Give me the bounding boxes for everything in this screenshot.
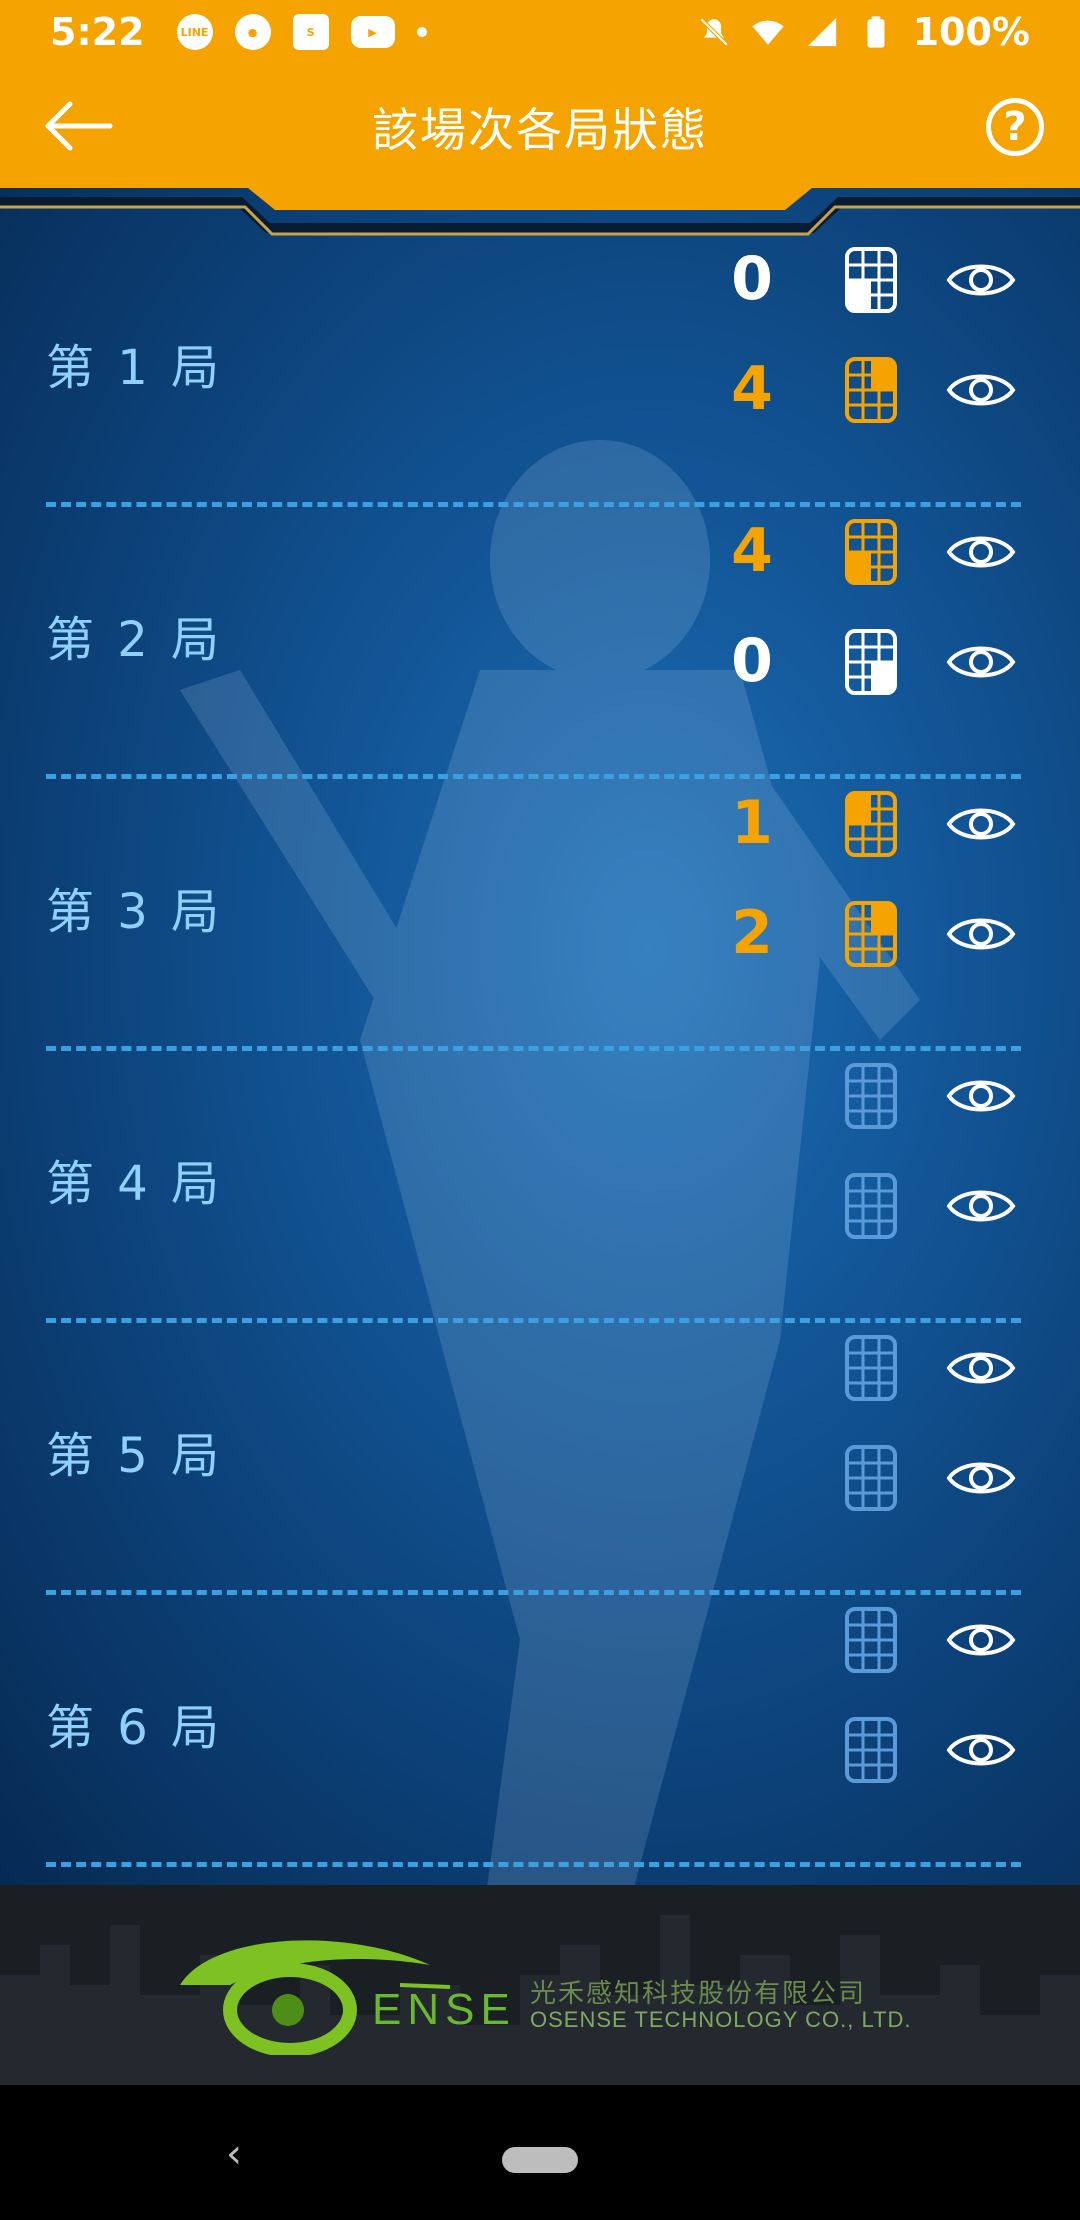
inning-label: 第 2 局: [46, 612, 224, 668]
home-pill-icon[interactable]: [502, 2147, 578, 2173]
strike-zone-grid-icon[interactable]: [844, 518, 898, 586]
company-name-en: OSENSE TECHNOLOGY CO., LTD.: [530, 2007, 912, 2032]
status-bar: 5:22 LINE ● S ▶ 100%: [0, 0, 1080, 64]
strike-zone-grid-icon[interactable]: [844, 1334, 898, 1402]
eye-icon[interactable]: [946, 1346, 1016, 1390]
logo-text: ENSE: [372, 1985, 516, 2034]
strike-zone-grid-icon[interactable]: [844, 1606, 898, 1674]
eye-icon[interactable]: [946, 258, 1016, 302]
page-title: 該場次各局狀態: [372, 103, 708, 157]
inning-row: 第 1 局 0 4: [0, 230, 1080, 507]
eye-icon[interactable]: [946, 1456, 1016, 1500]
question-circle-icon[interactable]: ?: [986, 98, 1044, 156]
app-icon: ●: [234, 14, 271, 50]
status-time: 5:22: [50, 10, 145, 54]
wifi-icon: [752, 20, 784, 45]
team-score: 0: [731, 244, 773, 314]
inning-label: 第 4 局: [46, 1156, 224, 1212]
battery-icon: [867, 16, 885, 48]
inning-row: 第 6 局: [0, 1590, 1080, 1867]
navigation-bar: ‹: [0, 2085, 1080, 2220]
eye-icon[interactable]: [946, 530, 1016, 574]
strike-zone-grid-icon[interactable]: [844, 1716, 898, 1784]
strike-zone-grid-icon[interactable]: [844, 246, 898, 314]
strike-zone-grid-icon[interactable]: [844, 900, 898, 968]
strike-zone-grid-icon[interactable]: [844, 628, 898, 696]
eye-icon[interactable]: [946, 368, 1016, 412]
inning-label: 第 6 局: [46, 1700, 224, 1756]
notification-icons: LINE ● S ▶: [176, 14, 427, 50]
inning-row: 第 5 局: [0, 1318, 1080, 1595]
eye-icon[interactable]: [946, 912, 1016, 956]
footer-banner: ENSE 光禾感知科技股份有限公司 OSENSE TECHNOLOGY CO.,…: [0, 1885, 1080, 2085]
dashed-divider: [46, 1862, 1021, 1867]
company-name-cn: 光禾感知科技股份有限公司: [530, 1979, 867, 2009]
inning-row: 第 3 局 1 2: [0, 774, 1080, 1051]
team-score: 2: [731, 898, 773, 968]
team-score: 0: [731, 626, 773, 696]
team-score: 1: [731, 788, 773, 858]
mute-icon: [699, 17, 728, 47]
battery-percent: 100%: [912, 10, 1030, 54]
signal-icon: [807, 17, 836, 47]
eye-icon[interactable]: [946, 640, 1016, 684]
team-score: 4: [731, 516, 773, 586]
chevron-left-icon[interactable]: ‹: [226, 2131, 242, 2177]
app-bar: 該場次各局狀態 ?: [0, 64, 1080, 188]
eye-icon[interactable]: [946, 1184, 1016, 1228]
shopping-icon: S: [292, 14, 329, 50]
eye-icon[interactable]: [946, 1618, 1016, 1662]
inning-row: 第 2 局 4 0: [0, 502, 1080, 779]
strike-zone-grid-icon[interactable]: [844, 1062, 898, 1130]
inning-label: 第 1 局: [46, 340, 224, 396]
system-icons: 100%: [697, 10, 1030, 54]
eye-icon[interactable]: [946, 1074, 1016, 1118]
strike-zone-grid-icon[interactable]: [844, 356, 898, 424]
strike-zone-grid-icon[interactable]: [844, 1172, 898, 1240]
team-score: 4: [731, 354, 773, 424]
strike-zone-grid-icon[interactable]: [844, 1444, 898, 1512]
inning-label: 第 5 局: [46, 1428, 224, 1484]
inning-row: 第 4 局: [0, 1046, 1080, 1323]
inning-label: 第 3 局: [46, 884, 224, 940]
eye-icon[interactable]: [946, 802, 1016, 846]
youtube-icon: ▶: [350, 16, 395, 48]
eye-icon[interactable]: [946, 1728, 1016, 1772]
line-icon: LINE: [176, 14, 213, 50]
strike-zone-grid-icon[interactable]: [844, 790, 898, 858]
dot-icon: [416, 27, 427, 37]
